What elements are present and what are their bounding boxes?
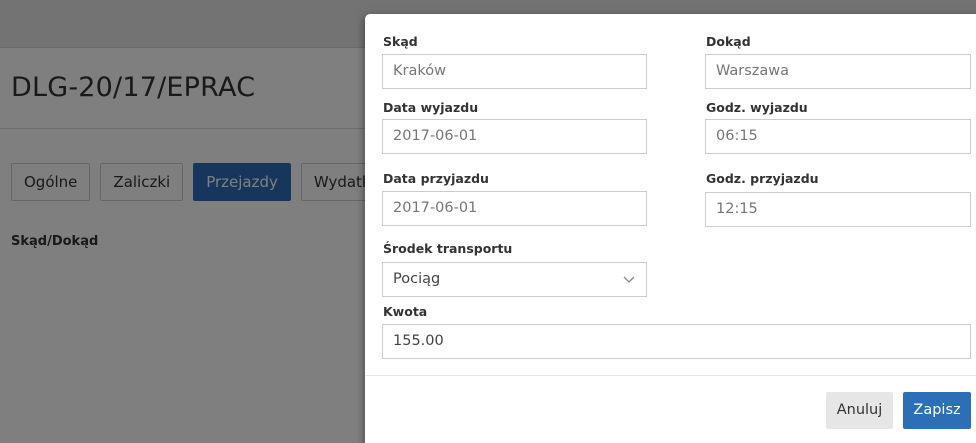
- amount-label: Kwota: [383, 304, 428, 319]
- save-button[interactable]: Zapisz: [903, 392, 971, 429]
- departure-time-input[interactable]: 06:15: [705, 119, 971, 154]
- cancel-button[interactable]: Anuluj: [826, 392, 893, 429]
- arrival-date-input[interactable]: 2017-06-01: [382, 191, 647, 226]
- amount-input[interactable]: 155.00: [382, 324, 971, 359]
- departure-date-label: Data wyjazdu: [383, 100, 479, 115]
- to-label: Dokąd: [706, 34, 751, 49]
- arrival-date-label: Data przyjazdu: [383, 171, 489, 186]
- from-input[interactable]: Kraków: [382, 54, 647, 89]
- departure-time-label: Godz. wyjazdu: [706, 100, 808, 115]
- arrival-time-label: Godz. przyjazdu: [706, 171, 819, 186]
- to-input[interactable]: Warszawa: [705, 54, 971, 89]
- transport-select-value: Pociąg: [393, 271, 441, 287]
- from-label: Skąd: [383, 34, 418, 49]
- chevron-down-icon: [623, 276, 635, 283]
- transport-label: Środek transportu: [383, 241, 513, 256]
- journey-modal: Skąd Kraków Dokąd Warszawa Data wyjazdu …: [365, 14, 976, 443]
- modal-footer-divider: [365, 375, 976, 376]
- arrival-time-input[interactable]: 12:15: [705, 192, 971, 227]
- transport-select[interactable]: Pociąg: [382, 262, 647, 297]
- departure-date-input[interactable]: 2017-06-01: [382, 119, 647, 154]
